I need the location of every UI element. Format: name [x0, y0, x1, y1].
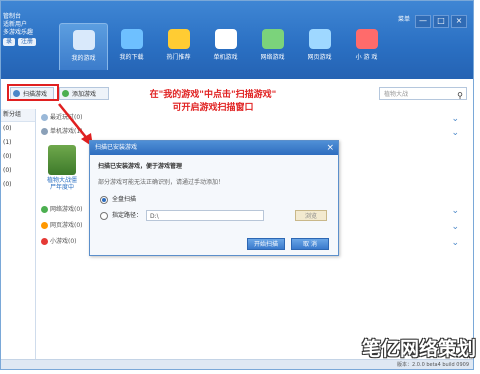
watermark: 笔亿网络策划: [361, 338, 476, 360]
game-tile[interactable]: 植物大战僵 尸年度中: [41, 145, 83, 201]
category-count: (1): [74, 128, 83, 135]
radio-dot: [100, 195, 108, 204]
category-label: 最近玩过: [50, 114, 75, 121]
nav-tabs: 我的游戏 我的下载 热门推荐 单机游戏 网络游戏 网页游戏 小 游 戏: [59, 23, 390, 70]
scan-dialog: 扫描已安装游戏 × 扫描已安装游戏，便于游戏管理 部分游戏可能无法正确识别，请通过…: [89, 140, 339, 256]
web-icon: [308, 29, 331, 49]
brand-title: 管制台: [3, 13, 22, 20]
tab-label: 小 游 戏: [355, 54, 378, 61]
tab-label: 热门推荐: [166, 54, 191, 61]
brand-line: 多游戏乐趣: [3, 29, 34, 36]
dialog-heading: 扫描已安装游戏，便于游戏管理: [98, 163, 183, 170]
gamepad-icon: [214, 29, 237, 49]
category-label: 网络游戏: [50, 206, 75, 213]
category-label: 单机游戏: [50, 128, 75, 135]
dialog-title: 扫描已安装游戏: [95, 144, 138, 151]
tutorial-annotation: 在"我的游戏"中点击"扫描游戏" 可开启游戏扫描窗口: [113, 89, 313, 115]
web-icon: [41, 222, 48, 229]
game-name: 尸年度中: [49, 184, 74, 191]
category-mini[interactable]: 小游戏(0): [41, 236, 77, 248]
search-input[interactable]: 植物大战 ⚲: [379, 87, 467, 100]
tab-label: 单机游戏: [213, 54, 238, 61]
category-label: 小游戏: [50, 238, 69, 245]
annotation-line: 在"我的游戏"中点击"扫描游戏": [149, 90, 277, 100]
tab-my-downloads[interactable]: 我的下载: [108, 23, 155, 69]
tab-single-player[interactable]: 单机游戏: [202, 23, 249, 69]
category-online[interactable]: 网络游戏(0): [41, 204, 83, 216]
search-placeholder: 植物大战: [384, 91, 409, 98]
search-icon[interactable]: ⚲: [457, 89, 463, 102]
category-count: (0): [74, 206, 83, 213]
path-scan-radio[interactable]: 指定路径：: [100, 211, 142, 220]
chevron-down-icon[interactable]: ⌄: [451, 115, 459, 124]
tab-label: 我的下载: [119, 54, 144, 61]
radio-label: 指定路径：: [112, 212, 143, 219]
full-scan-radio[interactable]: 全盘扫描: [100, 195, 136, 204]
chevron-down-icon[interactable]: ⌄: [451, 129, 459, 138]
download-icon: [120, 29, 143, 49]
category-single[interactable]: 单机游戏(1): [41, 126, 83, 138]
tab-mini[interactable]: 小 游 戏: [343, 23, 390, 69]
group-count[interactable]: (0): [1, 164, 35, 178]
close-button[interactable]: ×: [451, 15, 467, 28]
close-icon[interactable]: ×: [326, 141, 334, 155]
login-button[interactable]: 录: [3, 38, 16, 46]
add-game-button[interactable]: 添加游戏: [59, 87, 109, 100]
window-controls: 菜单 — □ ×: [395, 15, 467, 28]
cancel-button[interactable]: 取 消: [291, 238, 329, 250]
category-count: (0): [74, 114, 83, 121]
tab-label: 网络游戏: [260, 54, 285, 61]
clock-icon: [41, 114, 48, 121]
radio-label: 全盘扫描: [112, 196, 137, 203]
group-count[interactable]: (1): [1, 136, 35, 150]
new-group-item[interactable]: 新分组: [1, 109, 35, 122]
annotation-line: 可开启游戏扫描窗口: [172, 103, 254, 113]
network-icon: [261, 29, 284, 49]
group-count[interactable]: (0): [1, 122, 35, 136]
category-count: (0): [68, 238, 77, 245]
radio-dot: [100, 211, 108, 220]
plus-icon: [62, 90, 69, 97]
highlight-box: [7, 84, 59, 101]
star-icon: [167, 29, 190, 49]
gamepad-icon: [41, 128, 48, 135]
category-label: 网页游戏: [50, 222, 75, 229]
app-window: 管制台 适新用户 多游戏乐趣 录注册 菜单 — □ × 我的游戏 我的下载 热门…: [0, 0, 474, 370]
joystick-icon: [355, 29, 378, 49]
category-count: (0): [74, 222, 83, 229]
tab-label: 网页游戏: [307, 54, 332, 61]
group-count[interactable]: (0): [1, 178, 35, 192]
menu-button[interactable]: 菜单: [395, 15, 413, 26]
tab-online[interactable]: 网络游戏: [249, 23, 296, 69]
tab-web[interactable]: 网页游戏: [296, 23, 343, 69]
group-count[interactable]: (0): [1, 150, 35, 164]
category-web[interactable]: 网页游戏(0): [41, 220, 83, 232]
network-icon: [41, 206, 48, 213]
chevron-down-icon[interactable]: ⌄: [451, 239, 459, 248]
start-scan-button[interactable]: 开始扫描: [247, 238, 285, 250]
chevron-down-icon[interactable]: ⌄: [451, 223, 459, 232]
game-cover-image: [48, 145, 76, 175]
tab-hot[interactable]: 热门推荐: [155, 23, 202, 69]
top-bar: 管制台 适新用户 多游戏乐趣 录注册 菜单 — □ × 我的游戏 我的下载 热门…: [1, 1, 473, 79]
dialog-title-bar: 扫描已安装游戏 ×: [90, 141, 338, 155]
brand-line: 适新用户: [3, 21, 28, 28]
maximize-button[interactable]: □: [433, 15, 449, 28]
register-button[interactable]: 注册: [18, 38, 37, 46]
dialog-subtext: 部分游戏可能无法正确识别，请通过手动添加！: [98, 179, 225, 186]
path-input[interactable]: D:\: [146, 210, 264, 221]
tab-my-games[interactable]: 我的游戏: [59, 23, 108, 70]
brand-block: 管制台 适新用户 多游戏乐趣 录注册: [3, 13, 39, 46]
category-recent[interactable]: 最近玩过(0): [41, 112, 83, 124]
chevron-down-icon[interactable]: ⌄: [451, 207, 459, 216]
group-sidebar: 新分组 (0) (1) (0) (0) (0): [1, 109, 36, 359]
add-label: 添加游戏: [72, 91, 97, 98]
game-name: 植物大战僵: [46, 177, 77, 184]
joystick-icon: [41, 238, 48, 245]
browse-button[interactable]: 浏览: [295, 210, 327, 221]
user-icon: [72, 30, 95, 50]
tab-label: 我的游戏: [71, 55, 96, 62]
minimize-button[interactable]: —: [415, 15, 431, 28]
